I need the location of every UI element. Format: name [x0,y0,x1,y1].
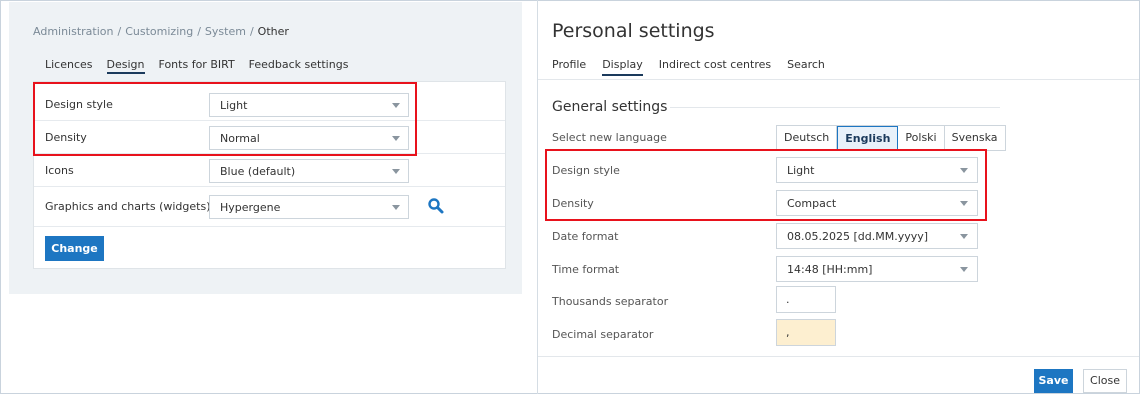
breadcrumb: Administration / Customizing / System / Other [33,25,289,38]
section-title: General settings [552,99,668,115]
tab-profile[interactable]: Profile [552,58,586,76]
tab-display[interactable]: Display [602,58,643,76]
customizing-tabs: Licences Design Fonts for BIRT Feedback … [45,58,362,74]
language-selector: Deutsch English Polski Svenska [776,125,1006,151]
time-format-label: Time format [552,263,620,276]
chevron-down-icon [392,205,400,210]
icons-value: Blue (default) [220,165,296,178]
decimal-separator-label: Decimal separator [552,328,654,341]
tab-licences[interactable]: Licences [45,58,93,74]
icons-select[interactable]: Blue (default) [209,159,409,183]
breadcrumb-customizing[interactable]: Customizing [125,25,193,38]
chevron-down-icon [392,169,400,174]
language-english[interactable]: English [837,126,899,150]
breadcrumb-current: Other [257,25,289,38]
thousands-separator-input[interactable]: . [776,286,836,313]
date-format-select[interactable]: 08.05.2025 [dd.MM.yyyy] [776,223,978,249]
section-divider [670,107,1000,108]
chevron-down-icon [960,234,968,239]
graphics-select[interactable]: Hypergene [209,195,409,219]
tabs-divider [538,79,1139,80]
highlight-box-right [545,149,987,221]
personal-settings-tabs: Profile Display Indirect cost centres Se… [552,58,841,76]
footer-divider [538,356,1139,357]
language-deutsch[interactable]: Deutsch [777,126,838,150]
save-button[interactable]: Save [1034,369,1073,393]
date-format-label: Date format [552,230,619,243]
time-format-value: 14:48 [HH:mm] [787,263,873,276]
graphics-label: Graphics and charts (widgets) [45,200,211,213]
tab-feedback-settings[interactable]: Feedback settings [249,58,349,74]
magnifier-icon[interactable] [427,197,445,215]
thousands-separator-label: Thousands separator [552,295,669,308]
tab-indirect-cost-centres[interactable]: Indirect cost centres [659,58,771,76]
date-format-value: 08.05.2025 [dd.MM.yyyy] [787,230,929,243]
tab-search[interactable]: Search [787,58,825,76]
breadcrumb-system[interactable]: System [205,25,246,38]
dialog-title: Personal settings [552,20,715,42]
chevron-down-icon [960,267,968,272]
change-button[interactable]: Change [45,236,104,261]
language-label: Select new language [552,131,667,144]
graphics-value: Hypergene [220,201,281,214]
language-svenska[interactable]: Svenska [944,126,1005,150]
tab-design[interactable]: Design [106,58,145,74]
icons-row: Icons Blue (default) [34,154,505,187]
close-button[interactable]: Close [1083,369,1127,393]
highlight-box-left [33,82,417,156]
language-polski[interactable]: Polski [898,126,945,150]
tab-fonts-for-birt[interactable]: Fonts for BIRT [159,58,235,74]
icons-label: Icons [45,164,74,177]
decimal-separator-input[interactable]: , [776,319,836,346]
breadcrumb-administration[interactable]: Administration [33,25,114,38]
graphics-row: Graphics and charts (widgets) Hypergene [34,187,505,227]
time-format-select[interactable]: 14:48 [HH:mm] [776,256,978,282]
